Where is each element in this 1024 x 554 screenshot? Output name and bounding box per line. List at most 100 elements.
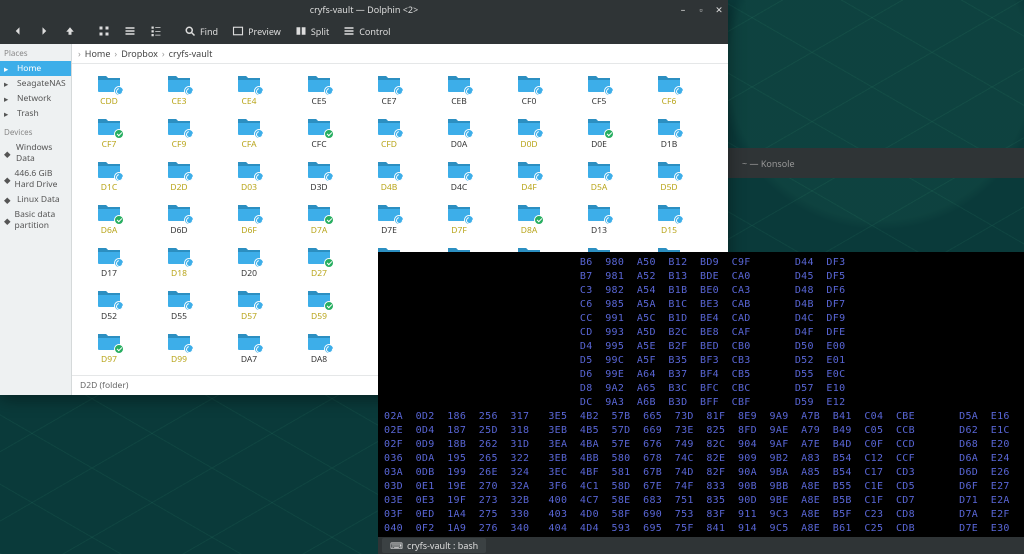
folder-item[interactable]: D0D [494, 113, 564, 156]
folder-item[interactable]: CF6 [634, 70, 704, 113]
folder-item[interactable]: D59 [284, 285, 354, 328]
folder-item[interactable]: CE3 [144, 70, 214, 113]
breadcrumb[interactable]: › Home › Dropbox › cryfs-vault [72, 44, 728, 64]
folder-item[interactable]: CDD [74, 70, 144, 113]
folder-item[interactable]: CF9 [144, 113, 214, 156]
folder-item[interactable]: D6A [74, 199, 144, 242]
titlebar[interactable]: cryfs-vault — Dolphin <2> – ▫ ✕ [0, 0, 728, 18]
folder-label: CF9 [172, 139, 187, 150]
folder-item[interactable]: CFD [354, 113, 424, 156]
up-button[interactable] [58, 23, 82, 39]
folder-icon [306, 373, 332, 375]
folder-item[interactable]: D99 [144, 328, 214, 371]
synced-badge-icon [534, 215, 544, 225]
folder-item[interactable]: D5A [564, 156, 634, 199]
forward-button[interactable] [32, 23, 56, 39]
folder-item[interactable]: D7E [354, 199, 424, 242]
sidebar-device[interactable]: ◆Basic data partition [0, 207, 71, 233]
folder-label: D2D [170, 182, 187, 193]
crumb-dropbox[interactable]: Dropbox [121, 47, 158, 60]
crumb-home[interactable]: Home [85, 47, 111, 60]
folder-icon [516, 115, 542, 137]
folder-label: CE4 [242, 96, 257, 107]
folder-item[interactable]: CF7 [74, 113, 144, 156]
folder-item[interactable]: D7A [284, 199, 354, 242]
sidebar-device[interactable]: ◆Windows Data [0, 140, 71, 166]
folder-item[interactable]: CF5 [564, 70, 634, 113]
sidebar-device[interactable]: ◆446.6 GiB Hard Drive [0, 166, 71, 192]
folder-item[interactable]: CF0 [494, 70, 564, 113]
folder-label: CF7 [102, 139, 117, 150]
folder-item[interactable]: D27 [284, 242, 354, 285]
folder-icon [446, 115, 472, 137]
folder-item[interactable]: D4B [354, 156, 424, 199]
folder-item[interactable]: D20 [214, 242, 284, 285]
folder-icon [96, 72, 122, 94]
folder-item[interactable]: CE4 [214, 70, 284, 113]
find-button[interactable]: Find [178, 23, 224, 40]
folder-icon [516, 201, 542, 223]
folder-label: D7A [311, 225, 328, 236]
sidebar-place-seagatenas[interactable]: ▸SeagateNAS [0, 76, 71, 91]
devices-heading: Devices [0, 125, 71, 140]
terminal-output[interactable]: B6 980 A50 B12 BD9 C9F D44 DF3 B7 981 A5… [378, 252, 1024, 537]
sidebar-place-home[interactable]: ▸Home [0, 61, 71, 76]
folder-item[interactable]: D7F [424, 199, 494, 242]
control-button[interactable]: Control [337, 23, 396, 40]
folder-item[interactable]: D18 [144, 242, 214, 285]
folder-icon [236, 201, 262, 223]
folder-item[interactable]: D55 [144, 285, 214, 328]
syncing-badge-icon [674, 215, 684, 225]
folder-label: D8A [521, 225, 538, 236]
syncing-badge-icon [324, 86, 334, 96]
folder-item[interactable]: CFC [284, 113, 354, 156]
folder-item[interactable]: D2D [144, 156, 214, 199]
folder-icon [236, 373, 262, 375]
icons-view-button[interactable] [92, 23, 116, 39]
crumb-current[interactable]: cryfs-vault [169, 47, 213, 60]
folder-icon [306, 330, 332, 352]
folder-item[interactable]: D17 [74, 242, 144, 285]
folder-item[interactable]: D5D [634, 156, 704, 199]
folder-item[interactable]: D4F [494, 156, 564, 199]
preview-button[interactable]: Preview [226, 23, 287, 40]
task-item[interactable]: ⌨ cryfs-vault : bash [382, 538, 486, 553]
syncing-badge-icon [534, 86, 544, 96]
maximize-button[interactable]: ▫ [696, 3, 706, 16]
folder-item[interactable]: CFA [214, 113, 284, 156]
folder-item[interactable]: D13 [564, 199, 634, 242]
folder-icon [586, 72, 612, 94]
folder-item[interactable]: D97 [74, 328, 144, 371]
details-view-button[interactable] [144, 23, 168, 39]
folder-icon [96, 201, 122, 223]
folder-item[interactable]: D1B [634, 113, 704, 156]
folder-item[interactable]: D1C [74, 156, 144, 199]
folder-item[interactable]: D8A [494, 199, 564, 242]
folder-item[interactable]: D3D [284, 156, 354, 199]
folder-item[interactable]: D6F [214, 199, 284, 242]
sidebar-place-trash[interactable]: ▸Trash [0, 106, 71, 121]
sidebar-place-network[interactable]: ▸Network [0, 91, 71, 106]
folder-item[interactable]: CE5 [284, 70, 354, 113]
close-button[interactable]: ✕ [714, 3, 724, 16]
split-button[interactable]: Split [289, 23, 335, 40]
folder-item[interactable]: D03 [214, 156, 284, 199]
folder-item[interactable]: D0E [564, 113, 634, 156]
sidebar-device[interactable]: ◆Linux Data [0, 192, 71, 207]
folder-item[interactable]: D52 [74, 285, 144, 328]
folder-item[interactable]: DA7 [214, 328, 284, 371]
folder-item[interactable]: CE7 [354, 70, 424, 113]
folder-item[interactable]: D4C [424, 156, 494, 199]
compact-view-button[interactable] [118, 23, 142, 39]
taskbar[interactable]: ⌨ cryfs-vault : bash [378, 537, 1024, 554]
folder-item[interactable]: D57 [214, 285, 284, 328]
folder-item[interactable]: DA8 [284, 328, 354, 371]
back-button[interactable] [6, 23, 30, 39]
folder-item[interactable]: D15 [634, 199, 704, 242]
folder-item[interactable]: D6D [144, 199, 214, 242]
folder-item[interactable]: D0A [424, 113, 494, 156]
folder-item[interactable]: CEB [424, 70, 494, 113]
syncing-badge-icon [184, 258, 194, 268]
synced-badge-icon [324, 301, 334, 311]
minimize-button[interactable]: – [678, 3, 688, 16]
